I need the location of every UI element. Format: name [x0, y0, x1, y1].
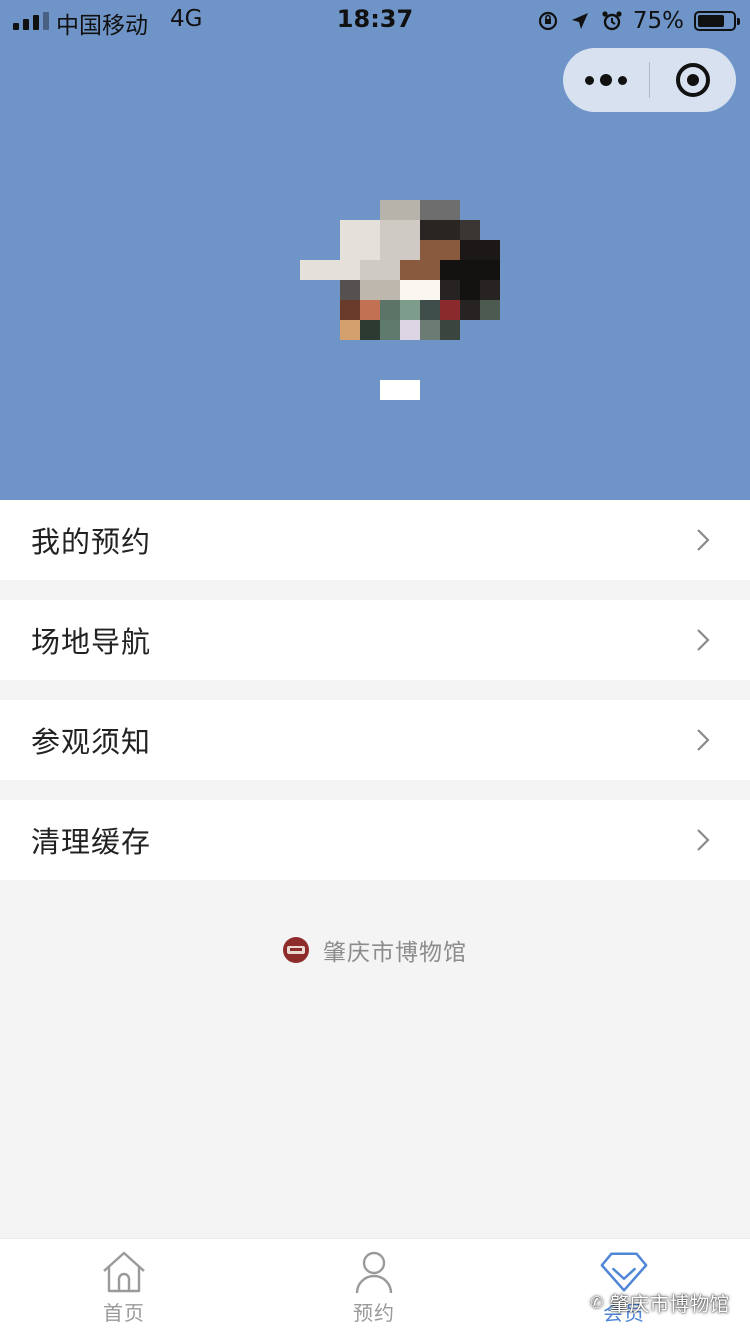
tab-reservation[interactable]: 预约 [294, 1239, 454, 1334]
avatar-pixel [480, 280, 500, 300]
tab-home[interactable]: 首页 [44, 1239, 204, 1334]
location-icon [569, 10, 591, 32]
museum-brand: 肇庆市博物馆 [0, 930, 750, 970]
watermark-text: 肇庆市博物馆 [609, 1291, 730, 1316]
avatar-pixel [380, 220, 400, 240]
home-icon [98, 1249, 150, 1295]
avatar-pixel [400, 260, 420, 280]
tab-label: 预约 [353, 1301, 395, 1325]
avatar-pixel [380, 240, 400, 260]
avatar-pixel [460, 240, 480, 260]
chevron-right-icon [697, 529, 710, 551]
avatar-pixel [380, 280, 400, 300]
avatar-pixel [400, 300, 420, 320]
user-avatar[interactable] [300, 186, 500, 342]
avatar-pixel [300, 260, 320, 280]
avatar-pixel [400, 220, 420, 240]
mini-program-capsule [563, 48, 736, 112]
avatar-pixel [380, 260, 400, 280]
avatar-pixel [420, 220, 440, 240]
avatar-pixel [480, 260, 500, 280]
avatar-pixel [400, 320, 420, 340]
avatar-pixel [340, 320, 360, 340]
avatar-pixel [340, 220, 360, 240]
chevron-right-icon [697, 729, 710, 751]
chevron-right-icon [697, 629, 710, 651]
menu-item-my-reservations[interactable]: 我的预约 [0, 500, 750, 580]
avatar-pixel [420, 320, 440, 340]
avatar-pixel [480, 300, 500, 320]
wechat-watermark: ✆ 肇庆市博物馆 [590, 1288, 729, 1316]
wechat-icon: ✆ [590, 1292, 604, 1312]
avatar-pixel [440, 240, 460, 260]
avatar-pixel [420, 300, 440, 320]
avatar-pixel [460, 220, 480, 240]
avatar-pixel [400, 200, 420, 220]
orientation-lock-icon [537, 10, 559, 32]
avatar-pixel [340, 240, 360, 260]
chevron-right-icon [697, 829, 710, 851]
menu-item-clear-cache[interactable]: 清理缓存 [0, 800, 750, 880]
menu-item-visitor-guide[interactable]: 参观须知 [0, 700, 750, 780]
tab-label: 首页 [103, 1301, 145, 1325]
avatar-pixel [440, 320, 460, 340]
avatar-pixel [360, 300, 380, 320]
avatar-pixel [420, 200, 440, 220]
museum-logo-icon [283, 937, 309, 963]
avatar-pixel [460, 260, 480, 280]
avatar-pixel [360, 280, 380, 300]
avatar-pixel [440, 220, 460, 240]
avatar-pixel [340, 260, 360, 280]
avatar-pixel [400, 280, 420, 300]
avatar-pixel [420, 240, 440, 260]
museum-name: 肇庆市博物馆 [323, 940, 467, 966]
avatar-pixel [380, 300, 400, 320]
menu-item-label: 场地导航 [31, 625, 152, 659]
avatar-pixel [360, 260, 380, 280]
avatar-pixel [420, 260, 440, 280]
menu-item-label: 清理缓存 [31, 825, 152, 859]
status-bar: 中国移动 4G 18:37 75% [0, 0, 750, 42]
avatar-pixel [340, 280, 360, 300]
avatar-pixel [480, 240, 500, 260]
avatar-pixel [460, 280, 480, 300]
avatar-pixel [320, 260, 340, 280]
alarm-icon [601, 10, 623, 32]
avatar-pixel [340, 300, 360, 320]
avatar-pixel [440, 260, 460, 280]
avatar-pixel [440, 200, 460, 220]
person-icon [348, 1249, 400, 1295]
more-dots-icon[interactable] [563, 48, 649, 112]
avatar-pixel [360, 220, 380, 240]
tab-member[interactable]: 会员 [544, 1239, 704, 1334]
menu-item-label: 我的预约 [31, 525, 152, 559]
battery-icon [694, 11, 740, 31]
avatar-pixel [360, 240, 380, 260]
target-close-icon[interactable] [650, 48, 736, 112]
avatar-pixel [440, 280, 460, 300]
user-nickname [380, 380, 420, 400]
menu-item-label: 参观须知 [31, 725, 152, 759]
avatar-pixel [420, 280, 440, 300]
avatar-pixel [400, 240, 420, 260]
avatar-pixel [460, 300, 480, 320]
avatar-pixel [380, 200, 400, 220]
battery-percent: 75% [632, 8, 684, 34]
profile-header: 中国移动 4G 18:37 75% [0, 0, 750, 500]
avatar-pixel [440, 300, 460, 320]
menu-item-venue-navigation[interactable]: 场地导航 [0, 600, 750, 680]
bottom-tab-bar: 首页 预约 会员 [0, 1238, 750, 1334]
avatar-pixel [380, 320, 400, 340]
avatar-pixel [360, 320, 380, 340]
